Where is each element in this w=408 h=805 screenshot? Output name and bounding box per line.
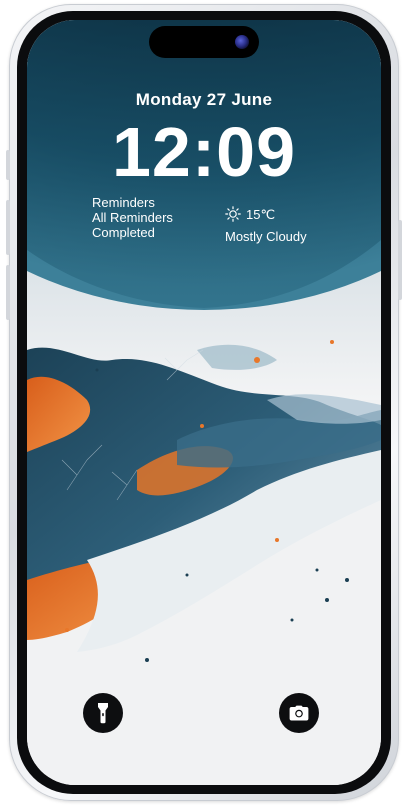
weather-widget[interactable]: 15℃ Mostly Cloudy [225, 206, 307, 244]
camera-icon [289, 705, 309, 721]
reminders-widget[interactable]: Reminders All Reminders Completed [92, 195, 173, 240]
reminders-status-2: Completed [92, 225, 155, 240]
reminders-status: All Reminders [92, 210, 173, 225]
sun-icon [225, 206, 241, 222]
reminders-title: Reminders [92, 195, 155, 210]
weather-condition: Mostly Cloudy [225, 229, 307, 244]
side-button [6, 200, 10, 255]
lock-screen: Monday 27 June 12:09 Reminders All Remin… [27, 20, 381, 785]
weather-temperature: 15℃ [246, 206, 276, 222]
front-camera-icon [235, 35, 249, 49]
side-button [398, 220, 402, 300]
side-button [6, 150, 10, 180]
flashlight-button[interactable] [83, 693, 123, 733]
camera-button[interactable] [279, 693, 319, 733]
side-button [6, 265, 10, 320]
lockscreen-date: Monday 27 June [135, 90, 273, 109]
lockscreen-time: 12:09 [111, 113, 297, 191]
dynamic-island [149, 26, 259, 58]
flashlight-icon [98, 703, 108, 724]
